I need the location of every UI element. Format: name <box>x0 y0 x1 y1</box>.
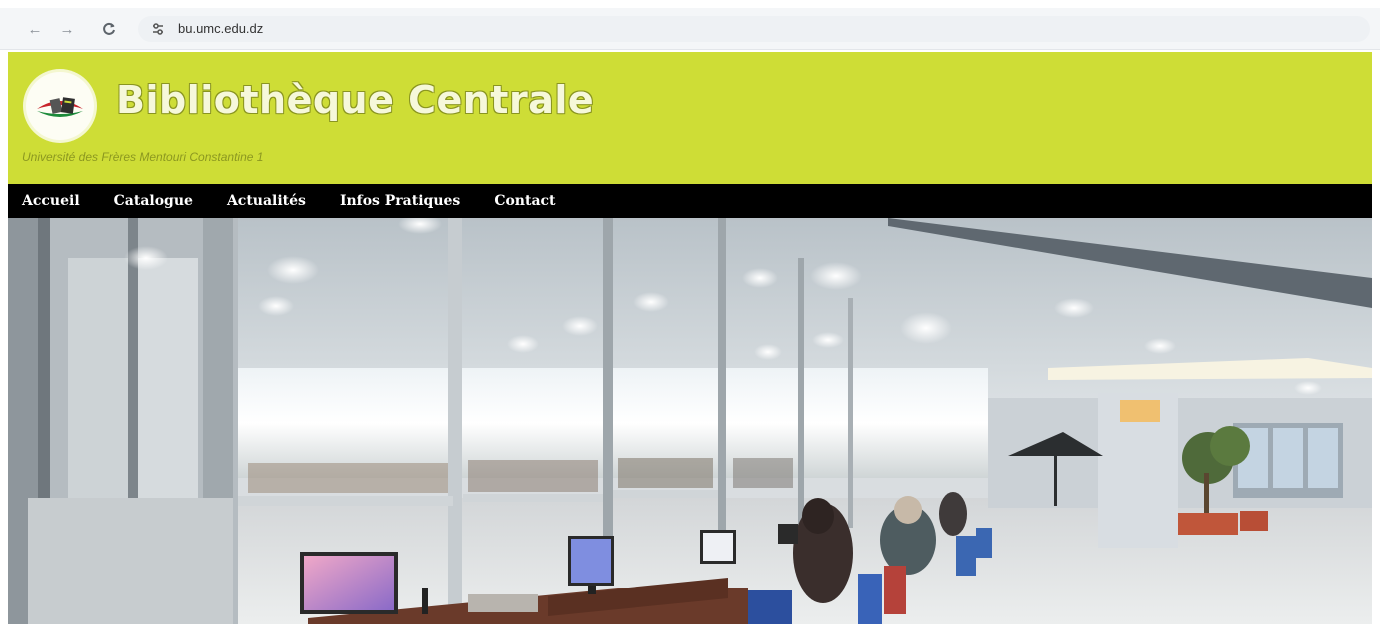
address-bar[interactable]: bu.umc.edu.dz <box>138 16 1370 42</box>
nav-accueil[interactable]: Accueil <box>22 193 80 209</box>
back-arrow-icon[interactable]: ← <box>24 18 46 40</box>
site-info-icon[interactable] <box>150 21 166 37</box>
site-title[interactable]: Bibliothèque Centrale <box>116 78 594 122</box>
tab-strip <box>0 0 1380 8</box>
site-header: Bibliothèque Centrale Université des Frè… <box>8 52 1372 184</box>
books-logo-icon <box>37 97 83 117</box>
reload-icon[interactable] <box>98 18 120 40</box>
url-text[interactable]: bu.umc.edu.dz <box>178 21 263 36</box>
nav-contact[interactable]: Contact <box>494 193 555 209</box>
hero-image <box>8 218 1372 624</box>
browser-toolbar: ← → bu.umc.edu.dz <box>0 0 1380 50</box>
library-logo[interactable] <box>26 72 94 140</box>
site-subtitle: Université des Frères Mentouri Constanti… <box>22 150 264 164</box>
main-nav: Accueil Catalogue Actualités Infos Prati… <box>8 184 1372 218</box>
nav-actualites[interactable]: Actualités <box>227 193 306 209</box>
forward-arrow-icon[interactable]: → <box>56 18 78 40</box>
nav-catalogue[interactable]: Catalogue <box>114 193 193 209</box>
nav-infos-pratiques[interactable]: Infos Pratiques <box>340 193 460 209</box>
